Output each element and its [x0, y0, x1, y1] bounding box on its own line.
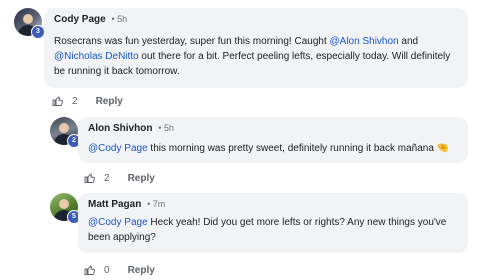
comment-bubble: Matt Pagan • 7m @Cody Page Heck yeah! Di…: [78, 193, 468, 253]
like-count: 2: [104, 172, 110, 184]
level-badge: 3: [31, 25, 45, 39]
avatar-cody-page[interactable]: 3: [14, 8, 45, 39]
mention-link[interactable]: @Nicholas DeNitto: [54, 51, 139, 62]
thumbs-up-icon[interactable]: [84, 264, 96, 276]
reply-button[interactable]: Reply: [128, 173, 155, 184]
like-count: 0: [104, 264, 110, 276]
mention-link[interactable]: @Cody Page: [88, 143, 148, 154]
avatar-matt-pagan[interactable]: 5: [50, 193, 81, 224]
comment-text: @Cody Page this morning was pretty sweet…: [88, 143, 450, 154]
comment-bubble: Cody Page • 5h Rosecrans was fun yesterd…: [44, 8, 468, 88]
comment-author[interactable]: Alon Shivhon: [88, 123, 152, 134]
comment-time: • 5h: [158, 123, 174, 133]
comment-time: • 7m: [147, 199, 166, 209]
comment-actions: 0 Reply: [84, 264, 155, 276]
mention-link[interactable]: @Alon Shivhon: [330, 36, 399, 47]
mention-link[interactable]: @Cody Page: [88, 217, 148, 228]
comment-author[interactable]: Matt Pagan: [88, 199, 141, 210]
reply-button[interactable]: Reply: [96, 96, 123, 107]
thumbs-up-icon[interactable]: [84, 172, 96, 184]
comment-bubble: Alon Shivhon • 5h @Cody Page this mornin…: [78, 117, 468, 163]
comment-time: • 5h: [111, 14, 128, 24]
comment-text: @Cody Page Heck yeah! Did you get more l…: [88, 217, 447, 243]
comment-actions: 2 Reply: [84, 172, 155, 184]
reply-button[interactable]: Reply: [128, 265, 155, 276]
comment-author[interactable]: Cody Page: [54, 14, 106, 25]
comment-text: Rosecrans was fun yesterday, super fun t…: [54, 36, 451, 77]
comment-actions: 2 Reply: [52, 95, 123, 107]
like-count: 2: [72, 95, 78, 107]
thumbs-up-icon[interactable]: [52, 95, 64, 107]
avatar-alon-shivhon[interactable]: 2: [50, 117, 81, 148]
